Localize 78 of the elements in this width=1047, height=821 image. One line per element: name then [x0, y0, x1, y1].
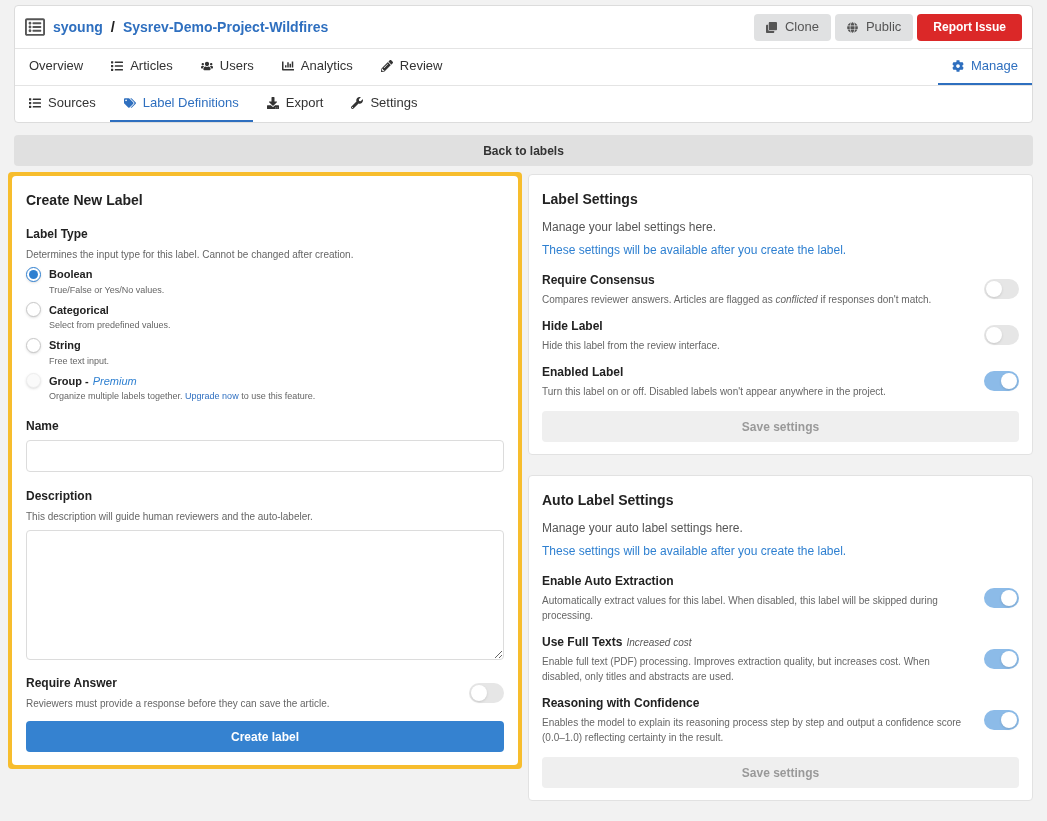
wrench-icon [351, 97, 364, 109]
nav-tab[interactable]: Articles [97, 49, 187, 85]
setting-description: Automatically extract values for this label. When disabled, this label will be skipped during processing. [542, 594, 939, 623]
option-description: Select from predefined values. [49, 319, 172, 332]
nav-tab[interactable]: Users [186, 49, 268, 85]
pencil-icon [380, 60, 393, 72]
subnav-tab[interactable]: Label Definitions [109, 86, 253, 122]
tags-icon [123, 97, 136, 109]
option-label: Group - [49, 373, 89, 389]
setting-label: Enabled Label [542, 364, 624, 381]
globe-icon [846, 21, 858, 33]
card-title: Label Settings [542, 190, 639, 209]
setting-description: Compares reviewer answers. Articles are flagged as conflicted if responses don't match. [542, 293, 932, 307]
option-label: Categorical [49, 302, 109, 318]
subnav-tab[interactable]: Sources [15, 86, 110, 122]
cost-tag: Increased cost [626, 635, 692, 650]
nav-tab[interactable]: Analytics [267, 49, 367, 85]
card-subtitle: Manage your auto label settings here. [542, 520, 744, 537]
nav-tab[interactable]: Review [366, 49, 457, 85]
card-subtitle: Manage your label settings here. [542, 219, 718, 236]
description-textarea[interactable] [26, 530, 504, 660]
setting-description: Enables the model to explain its reasoning process step by step and output a confidence score (0.0–1.0) reflecting certainty in the result. [542, 716, 963, 745]
setting-label: Use Full Texts [542, 634, 623, 651]
nav-tab[interactable]: Manage [938, 49, 1032, 85]
setting-label: Reasoning with Confidence [542, 695, 700, 712]
project-icon [25, 17, 45, 37]
owner-link[interactable]: syoung [53, 16, 103, 38]
field-label: Require Answer [26, 675, 118, 692]
back-to-labels-button[interactable]: Back to labels [14, 135, 1033, 166]
subnav-tab[interactable]: Export [252, 86, 338, 122]
toggle-switch[interactable] [984, 371, 1019, 391]
project-link[interactable]: Sysrev-Demo-Project-Wildfires [122, 16, 329, 38]
setting-label: Enable Auto Extraction [542, 573, 674, 590]
toggle-switch[interactable] [984, 709, 1019, 730]
setting-description: Hide this label from the review interface. [542, 339, 720, 353]
setting-label: Require Consensus [542, 272, 655, 289]
toggle-switch[interactable] [984, 648, 1019, 669]
users-icon [200, 60, 213, 72]
path-separator: / [110, 16, 115, 37]
option-description: True/False or Yes/No values. [49, 283, 166, 297]
field-label: Name [26, 418, 60, 435]
subnav-tab[interactable]: Settings [337, 86, 432, 122]
field-label: Label Type [26, 226, 89, 243]
option-description: Free text input. [49, 354, 111, 368]
nav-tab[interactable]: Overview [15, 49, 98, 85]
toggle-switch[interactable] [469, 682, 504, 703]
form-title: Create New Label [26, 191, 144, 210]
card-title: Auto Label Settings [542, 491, 675, 510]
premium-tag: Premium [92, 372, 137, 389]
field-hint: Determines the input type for this label. Cannot be changed after creation. [26, 248, 355, 262]
public-button[interactable]: Public [834, 13, 914, 41]
settings-icon [952, 60, 964, 72]
setting-description: Turn this label on or off. Disabled labels won't appear anywhere in the project. [542, 385, 886, 399]
copy-icon [765, 21, 777, 33]
availability-notice: These settings will be available after you create the label. [542, 543, 848, 560]
radio-button[interactable] [26, 337, 41, 353]
option-label: String [49, 338, 81, 353]
list-icon [111, 60, 124, 72]
report-issue-button[interactable]: Report Issue [917, 13, 1022, 41]
name-input-field[interactable] [26, 440, 504, 472]
toggle-switch[interactable] [984, 587, 1019, 608]
toggle-switch[interactable] [984, 325, 1019, 345]
option-description: Organize multiple labels together. Upgrade now to use this feature. [49, 390, 317, 403]
clone-button[interactable]: Clone [753, 13, 831, 41]
setting-label: Hide Label [542, 318, 603, 335]
field-label: Description [26, 488, 93, 505]
create-label-button[interactable]: Create label [26, 721, 504, 752]
radio-button[interactable] [26, 302, 41, 318]
option-label: Boolean [49, 267, 93, 282]
field-hint: This description will guide human reviewers and the auto-labeler. [26, 510, 314, 524]
toggle-switch[interactable] [984, 279, 1019, 299]
availability-notice: These settings will be available after you create the label. [542, 242, 848, 259]
download-icon [266, 97, 279, 109]
radio-button[interactable] [26, 266, 41, 282]
bar-chart-icon [281, 60, 294, 72]
list-icon [29, 97, 41, 109]
field-hint: Reviewers must provide a response before they can save the article. [26, 697, 330, 711]
setting-description: Enable full text (PDF) processing. Improves extraction quality, but increases cost. When disabled, only titles and abstracts are used. [542, 655, 931, 684]
